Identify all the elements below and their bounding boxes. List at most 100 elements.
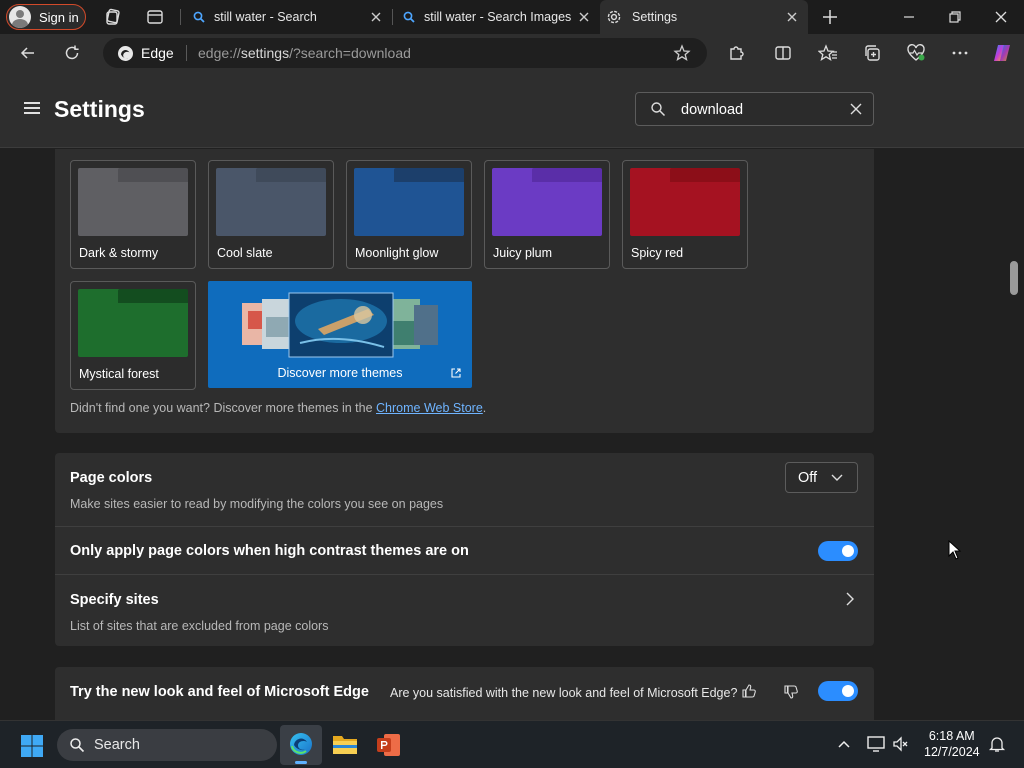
- page-colors-card: Page colors Make sites easier to read by…: [55, 453, 874, 646]
- chevron-up-icon[interactable]: [836, 736, 852, 757]
- folder-icon: [78, 289, 188, 357]
- chrome-web-store-link[interactable]: Chrome Web Store: [376, 401, 483, 415]
- new-look-card: Try the new look and feel of Microsoft E…: [55, 667, 874, 720]
- scrollbar-thumb[interactable]: [1010, 261, 1018, 295]
- new-look-toggle[interactable]: [818, 681, 858, 701]
- screen: Sign in still water - Search still water…: [0, 0, 1024, 768]
- divider: [55, 526, 874, 527]
- tab-title: Settings: [632, 10, 678, 24]
- search-icon: [650, 101, 666, 122]
- bing-search-icon: [192, 10, 206, 27]
- folder-icon: [630, 168, 740, 236]
- tab-strip: Sign in still water - Search still water…: [0, 0, 1024, 34]
- notification-bell-icon[interactable]: [988, 735, 1006, 758]
- tab-still-water-search-images[interactable]: still water - Search Images: [392, 0, 600, 34]
- avatar-icon: [9, 6, 31, 28]
- windows-start-icon[interactable]: [20, 734, 44, 763]
- copilot-icon[interactable]: [991, 42, 1011, 62]
- theme-label: Dark & stormy: [79, 246, 159, 260]
- more-options-icon[interactable]: [950, 43, 970, 63]
- tab-title: still water - Search Images: [424, 10, 572, 24]
- taskbar-search-label: Search: [94, 737, 140, 753]
- tab-title: still water - Search: [214, 10, 317, 24]
- file-explorer-icon[interactable]: [332, 733, 358, 760]
- search-icon: [69, 737, 85, 758]
- sign-in-button[interactable]: Sign in: [6, 4, 86, 30]
- page-colors-description: Make sites easier to read by modifying t…: [70, 497, 444, 511]
- theme-label: Juicy plum: [493, 246, 553, 260]
- close-tab-icon[interactable]: [576, 9, 592, 25]
- themes-card: Dark & stormy Cool slate Moonlight glow …: [55, 149, 874, 433]
- close-tab-icon[interactable]: [784, 9, 800, 25]
- specify-sites-title: Specify sites: [70, 592, 159, 608]
- collections-icon[interactable]: [862, 43, 882, 63]
- mouse-cursor-icon: [948, 539, 962, 565]
- clock-time: 6:18 AM: [928, 729, 975, 743]
- edge-browser-icon: [289, 732, 313, 761]
- restore-icon[interactable]: [945, 7, 965, 27]
- settings-search-box[interactable]: [635, 92, 874, 126]
- back-arrow-icon[interactable]: [18, 43, 38, 63]
- favorites-icon[interactable]: [817, 43, 838, 63]
- display-icon[interactable]: [866, 735, 886, 758]
- tab-actions-icon[interactable]: [145, 7, 165, 27]
- close-window-icon[interactable]: [991, 7, 1011, 27]
- sign-in-label: Sign in: [39, 9, 79, 25]
- clock-date: 12/7/2024: [924, 745, 980, 759]
- theme-tile-dark-stormy[interactable]: Dark & stormy: [70, 160, 196, 269]
- theme-tile-spicy-red[interactable]: Spicy red: [622, 160, 748, 269]
- theme-label: Cool slate: [217, 246, 273, 260]
- powerpoint-icon[interactable]: [376, 732, 402, 763]
- favorite-star-icon[interactable]: [673, 44, 691, 67]
- new-look-title: Try the new look and feel of Microsoft E…: [70, 684, 369, 700]
- page-title: Settings: [54, 96, 145, 122]
- menu-icon[interactable]: [24, 102, 40, 114]
- page-colors-title: Page colors: [70, 470, 153, 486]
- system-clock[interactable]: 6:18 AM 12/7/2024: [924, 728, 980, 760]
- chevron-down-icon: [830, 470, 844, 484]
- browser-toolbar: Edge edge://settings/?search=download: [0, 34, 1024, 72]
- high-contrast-only-title: Only apply page colors when high contras…: [70, 543, 469, 559]
- page-colors-dropdown[interactable]: Off: [785, 462, 858, 493]
- taskbar: Search 6:18 AM 12/7/2024: [0, 720, 1024, 768]
- theme-preview-collage: [242, 292, 438, 358]
- close-tab-icon[interactable]: [368, 9, 384, 25]
- tab-settings[interactable]: Settings: [600, 0, 808, 34]
- chevron-right-icon[interactable]: [843, 591, 857, 612]
- address-separator: [186, 45, 187, 61]
- taskbar-search[interactable]: Search: [57, 729, 277, 761]
- folder-icon: [492, 168, 602, 236]
- edge-logo-icon: [117, 45, 134, 67]
- theme-label: Mystical forest: [79, 367, 159, 381]
- sound-muted-icon[interactable]: [892, 735, 910, 758]
- tab-separator: [180, 9, 181, 25]
- url-text: edge://settings/?search=download: [198, 45, 411, 61]
- thumbs-down-icon[interactable]: [783, 684, 799, 705]
- settings-content: Dark & stormy Cool slate Moonlight glow …: [0, 149, 1024, 720]
- tab-still-water-search[interactable]: still water - Search: [182, 0, 392, 34]
- theme-tile-moonlight-glow[interactable]: Moonlight glow: [346, 160, 472, 269]
- divider: [55, 574, 874, 575]
- split-screen-icon[interactable]: [773, 43, 793, 63]
- theme-tile-juicy-plum[interactable]: Juicy plum: [484, 160, 610, 269]
- address-bar[interactable]: Edge edge://settings/?search=download: [103, 38, 707, 68]
- theme-label: Spicy red: [631, 246, 684, 260]
- discover-more-themes-tile[interactable]: Discover more themes: [208, 281, 472, 388]
- folder-icon: [216, 168, 326, 236]
- extensions-icon[interactable]: [726, 43, 746, 63]
- theme-tile-mystical-forest[interactable]: Mystical forest: [70, 281, 196, 390]
- workspaces-icon[interactable]: [103, 7, 123, 27]
- minimize-icon[interactable]: [899, 7, 919, 27]
- clear-search-icon[interactable]: [848, 101, 864, 122]
- refresh-icon[interactable]: [62, 43, 82, 63]
- settings-header: Settings: [0, 72, 1024, 148]
- theme-tile-cool-slate[interactable]: Cool slate: [208, 160, 334, 269]
- settings-search-input[interactable]: [681, 100, 831, 120]
- thumbs-up-icon[interactable]: [741, 683, 757, 704]
- theme-label: Moonlight glow: [355, 246, 439, 260]
- browser-essentials-icon[interactable]: [906, 43, 926, 63]
- high-contrast-only-toggle[interactable]: [818, 541, 858, 561]
- new-tab-icon[interactable]: [820, 7, 840, 27]
- taskbar-edge-active[interactable]: [280, 725, 322, 765]
- folder-icon: [354, 168, 464, 236]
